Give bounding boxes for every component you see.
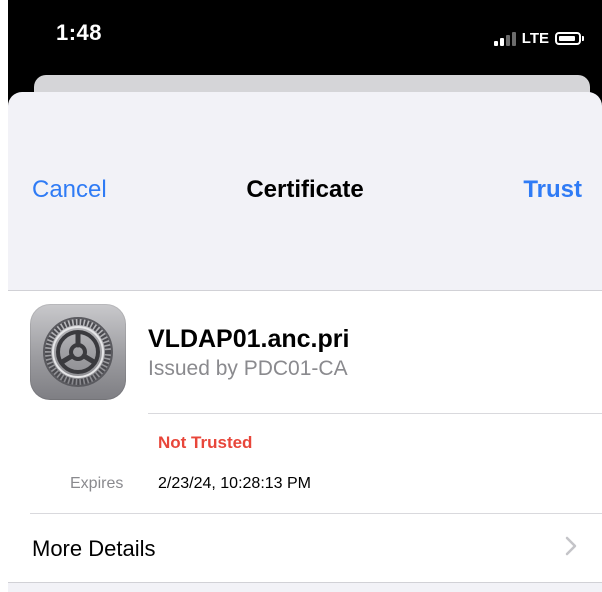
trust-button[interactable]: Trust xyxy=(523,176,582,204)
phone-screen: 1:48 LTE Cancel Certificate Trust VLDAP0… xyxy=(8,0,602,592)
certificate-details: VLDAP01.anc.pri Issued by PDC01-CA Not T… xyxy=(8,290,602,583)
chevron-right-icon xyxy=(564,534,578,563)
status-bar: 1:48 LTE xyxy=(8,0,602,60)
divider xyxy=(148,413,602,414)
more-details-label: More Details xyxy=(32,536,156,561)
settings-gear-icon xyxy=(30,304,126,400)
status-time: 1:48 xyxy=(56,20,103,45)
certificate-sheet: Cancel Certificate Trust VLDAP01.anc.pri… xyxy=(8,92,602,592)
trust-status: Not Trusted xyxy=(158,433,253,452)
certificate-summary: VLDAP01.anc.pri Issued by PDC01-CA xyxy=(8,291,602,413)
navigation-bar: Cancel Certificate Trust xyxy=(8,92,602,290)
expires-value: 2/23/24, 10:28:13 PM xyxy=(158,475,311,492)
expires-label: Expires xyxy=(70,475,124,492)
certificate-issuer: Issued by PDC01-CA xyxy=(148,357,348,380)
more-details-row[interactable]: More Details xyxy=(8,514,602,582)
network-type: LTE xyxy=(521,30,549,47)
cellular-signal-icon xyxy=(493,31,516,46)
page-title: Certificate xyxy=(246,176,364,203)
divider xyxy=(8,582,602,583)
battery-icon xyxy=(555,32,581,45)
battery-cap xyxy=(582,36,584,41)
certificate-name: VLDAP01.anc.pri xyxy=(148,325,350,353)
status-indicators: LTE xyxy=(493,30,584,47)
